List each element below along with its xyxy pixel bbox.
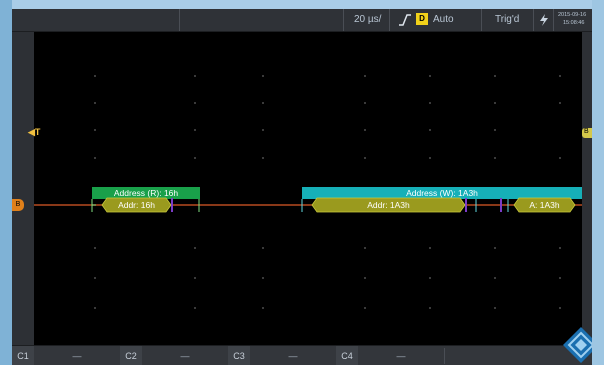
trigger-position-marker[interactable]: ◀T [28, 127, 40, 138]
trigger-source-badge: D [416, 13, 428, 25]
bus-offset-marker[interactable]: B [12, 199, 24, 211]
trigger-button[interactable]: D Auto [389, 9, 482, 31]
remote-button[interactable] [533, 9, 554, 31]
rohde-schwarz-logo-icon[interactable] [561, 325, 592, 365]
date-text: 2015-09-16 [558, 12, 587, 18]
channel-c2-label[interactable]: C2 [120, 346, 142, 365]
channel-c3-value[interactable]: — [252, 348, 334, 364]
top-status-bar: 20 µs/ D Auto Trig'd 2015-09-16 15:08:46 [12, 9, 592, 32]
trigger-position-label: T [34, 127, 41, 137]
channel-c3-label[interactable]: C3 [228, 346, 250, 365]
channel-c1-label[interactable]: C1 [12, 346, 34, 365]
trigger-mode: Auto [433, 14, 454, 25]
timebase-button[interactable]: 20 µs/ [343, 9, 390, 31]
topbar-empty-mid [179, 9, 344, 31]
bezel-right [592, 0, 604, 365]
channel-bar-empty [444, 348, 555, 364]
timebase-value: 20 µs/ [354, 14, 382, 25]
channel-c1-value[interactable]: — [36, 348, 118, 364]
channel-c4-value[interactable]: — [360, 348, 442, 364]
frame2-address-pill[interactable]: Addr: 1A3h [317, 199, 460, 212]
frame3-address-pill[interactable]: A: 1A3h [519, 199, 570, 212]
lightning-icon [540, 14, 548, 26]
topbar-empty-left [12, 9, 179, 31]
oscilloscope-screen: 20 µs/ D Auto Trig'd 2015-09-16 15:08:46 [12, 9, 592, 365]
trigger-status-text: Trig'd [495, 14, 520, 25]
channel-c4-label[interactable]: C4 [336, 346, 358, 365]
channel-bar: C1 — C2 — C3 — C4 — [12, 345, 592, 365]
trigger-status: Trig'd [481, 9, 534, 31]
bezel-top [0, 0, 604, 9]
time-text: 15:08:46 [563, 20, 585, 26]
right-edge-marker[interactable]: B [582, 128, 592, 138]
bezel-left [0, 0, 12, 365]
waveform-area[interactable]: Address (R): 16h Addr: 16h Address (W): … [34, 32, 582, 345]
datetime: 2015-09-16 15:08:46 [553, 9, 592, 31]
channel-c2-value[interactable]: — [144, 348, 226, 364]
rising-edge-icon [399, 14, 411, 26]
right-edge-label: B [584, 128, 589, 135]
frame1-address-pill[interactable]: Addr: 16h [107, 199, 166, 212]
